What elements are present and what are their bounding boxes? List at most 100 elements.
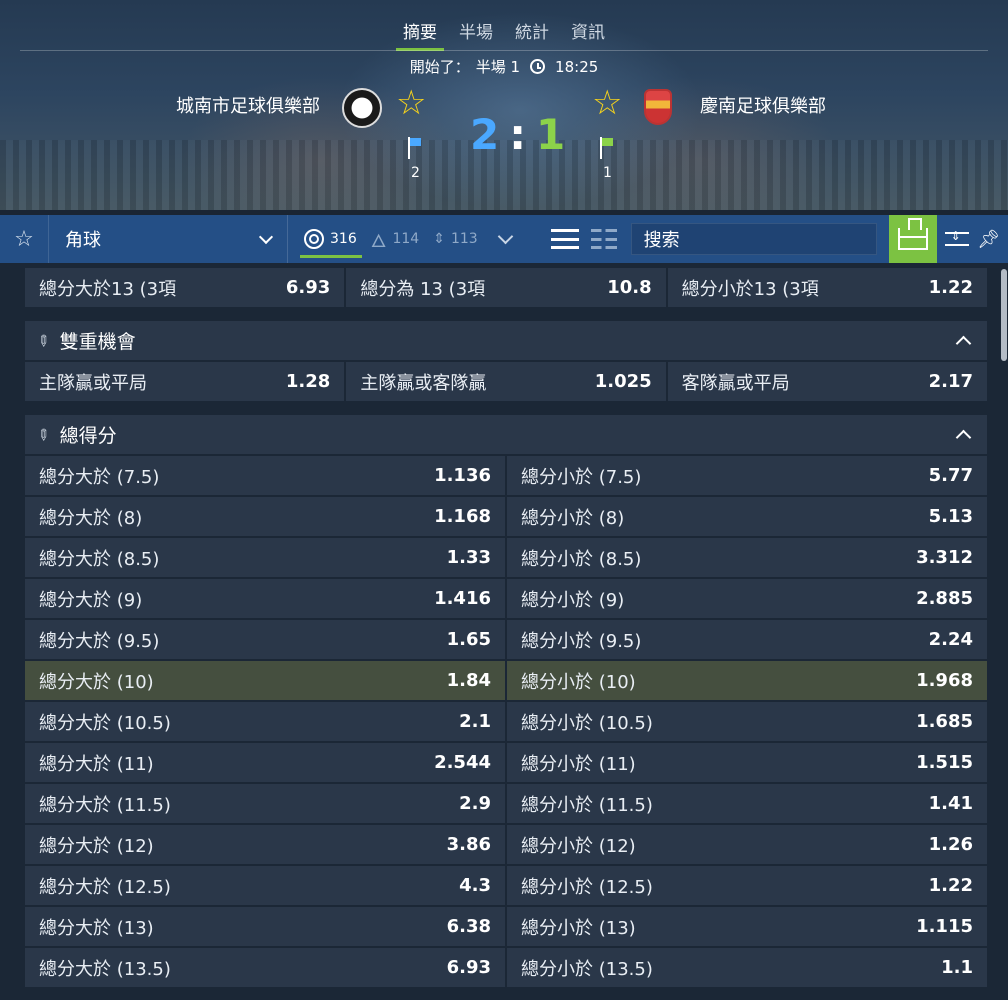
under-odds-cell[interactable]: 總分小於 (9) 2.885 xyxy=(507,579,987,618)
list-view-icon[interactable] xyxy=(550,229,579,249)
grid-view-icon[interactable] xyxy=(590,229,617,249)
chevron-down-icon[interactable] xyxy=(497,228,513,244)
over-odds-cell[interactable]: 總分大於 (12.5) 4.3 xyxy=(25,866,505,905)
tab-halftime[interactable]: 半場 xyxy=(448,14,504,51)
tab-info[interactable]: 資訊 xyxy=(560,14,616,51)
filter-all[interactable]: 316 xyxy=(300,215,361,263)
field-view-button[interactable] xyxy=(888,215,937,263)
market-select[interactable]: 角球 xyxy=(48,215,288,263)
search-input[interactable]: 搜索 xyxy=(630,223,877,255)
selection-label: 總分小於 (10.5) xyxy=(521,712,653,734)
under-odds-cell[interactable]: 總分小於 (11) 1.515 xyxy=(507,743,987,782)
match-header: 摘要 半場 統計 資訊 開始了： 半場 1 18:25 城南市足球俱樂部 ☆ 2… xyxy=(0,0,1008,210)
star-icon[interactable]: ☆ xyxy=(396,86,426,120)
filter-moving[interactable]: ⇕ 113 xyxy=(429,215,481,263)
odds-value: 1.515 xyxy=(916,752,973,773)
odds-cell[interactable]: 主隊贏或平局 1.28 xyxy=(25,362,345,401)
status-time: 18:25 xyxy=(555,57,599,76)
under-odds-cell[interactable]: 總分小於 (12.5) 1.22 xyxy=(507,866,987,905)
over-odds-cell[interactable]: 總分大於 (8) 1.168 xyxy=(25,497,505,536)
under-odds-cell[interactable]: 總分小於 (13.5) 1.1 xyxy=(507,948,987,987)
selection-label: 總分小於 (10) xyxy=(521,671,636,693)
odds-value: 6.93 xyxy=(285,277,331,298)
filter-hot[interactable]: 🜂 114 xyxy=(367,215,423,263)
chevron-down-icon xyxy=(258,229,274,244)
odds-cell[interactable]: 總分小於13 (3項 1.22 xyxy=(667,268,987,307)
selection-label: 總分小於 (9) xyxy=(521,589,625,611)
away-score: 1 xyxy=(536,110,566,159)
home-team-name: 城南市足球俱樂部 xyxy=(176,96,320,117)
over-odds-cell[interactable]: 總分大於 (12) 3.86 xyxy=(25,825,505,864)
pin-icon: 📌︎ xyxy=(977,228,1001,250)
collapse-all-button[interactable] xyxy=(937,215,977,263)
under-odds-cell[interactable]: 總分小於 (7.5) 5.77 xyxy=(507,456,987,495)
odds-value: 2.885 xyxy=(916,588,973,609)
over-odds-cell[interactable]: 總分大於 (13) 6.38 xyxy=(25,907,505,946)
search-label: 搜索 xyxy=(643,230,680,251)
over-odds-cell[interactable]: 總分大於 (9.5) 1.65 xyxy=(25,620,505,659)
match-tabs: 摘要 半場 統計 資訊 xyxy=(0,14,1008,51)
under-odds-cell[interactable]: 總分小於 (13) 1.115 xyxy=(507,907,987,946)
odds-cell[interactable]: 總分大於13 (3項 6.93 xyxy=(25,268,345,307)
under-odds-cell[interactable]: 總分小於 (8) 5.13 xyxy=(507,497,987,536)
selection-label: 總分大於 (10.5) xyxy=(39,712,171,734)
section-header-double-chance[interactable]: ✎ 雙重機會 xyxy=(25,321,987,360)
pin-icon[interactable]: ✎ xyxy=(32,424,54,446)
over-odds-cell[interactable]: 總分大於 (10.5) 2.1 xyxy=(25,702,505,741)
over-odds-cell[interactable]: 總分大於 (10) 1.84 xyxy=(25,661,505,700)
filter-all-count: 316 xyxy=(330,231,357,247)
under-odds-cell[interactable]: 總分小於 (9.5) 2.24 xyxy=(507,620,987,659)
favorite-star-icon[interactable]: ☆ xyxy=(0,215,48,263)
under-odds-cell[interactable]: 總分小於 (10) 1.968 xyxy=(507,661,987,700)
target-icon xyxy=(304,229,324,249)
scrollbar-thumb[interactable] xyxy=(1001,269,1007,361)
over-odds-cell[interactable]: 總分大於 (13.5) 6.93 xyxy=(25,948,505,987)
odds-value: 2.17 xyxy=(928,371,973,392)
fire-icon: 🜂 xyxy=(370,230,387,252)
scrollbar[interactable] xyxy=(1000,263,1008,1000)
selection-label: 總分大於13 (3項 xyxy=(39,278,177,300)
odds-value: 1.1 xyxy=(941,957,973,978)
over-odds-cell[interactable]: 總分大於 (8.5) 1.33 xyxy=(25,538,505,577)
odds-value: 1.28 xyxy=(285,371,331,392)
over-odds-cell[interactable]: 總分大於 (11) 2.544 xyxy=(25,743,505,782)
selection-label: 總分大於 (8) xyxy=(39,507,143,529)
selection-label: 總分小於 (12.5) xyxy=(521,876,653,898)
over-odds-cell[interactable]: 總分大於 (7.5) 1.136 xyxy=(25,456,505,495)
odds-value: 6.93 xyxy=(446,957,491,978)
corner-flag-icon xyxy=(600,137,614,159)
selection-label: 總分大於 (9.5) xyxy=(39,630,160,652)
over-odds-cell[interactable]: 總分大於 (11.5) 2.9 xyxy=(25,784,505,823)
top-market-row: 總分大於13 (3項 6.93 總分為 13 (3項 10.8 總分小於13 (3項… xyxy=(25,268,987,307)
chevron-up-icon[interactable] xyxy=(955,429,972,446)
under-odds-cell[interactable]: 總分小於 (8.5) 3.312 xyxy=(507,538,987,577)
market-select-value: 角球 xyxy=(65,230,101,251)
odds-value: 2.24 xyxy=(928,629,973,650)
pin-button[interactable]: 📌︎ xyxy=(977,215,1001,263)
selection-label: 總分小於 (9.5) xyxy=(521,630,642,652)
selection-label: 總分小於 (12) xyxy=(521,835,636,857)
odds-cell[interactable]: 總分為 13 (3項 10.8 xyxy=(346,268,666,307)
filter-hot-count: 114 xyxy=(392,231,420,247)
tab-summary[interactable]: 摘要 xyxy=(392,14,448,51)
odds-value: 1.968 xyxy=(916,670,973,691)
tab-stats[interactable]: 統計 xyxy=(504,14,560,51)
section-header-total[interactable]: ✎ 總得分 xyxy=(25,415,987,454)
over-odds-cell[interactable]: 總分大於 (9) 1.416 xyxy=(25,579,505,618)
odds-cell[interactable]: 客隊贏或平局 2.17 xyxy=(667,362,987,401)
under-odds-cell[interactable]: 總分小於 (11.5) 1.41 xyxy=(507,784,987,823)
odds-value: 1.025 xyxy=(594,371,652,392)
home-score: 2 xyxy=(470,110,500,159)
odds-value: 1.65 xyxy=(446,629,491,650)
under-odds-cell[interactable]: 總分小於 (10.5) 1.685 xyxy=(507,702,987,741)
selection-label: 總分小於 (8) xyxy=(521,507,625,529)
score-separator: : xyxy=(509,110,527,159)
odds-cell[interactable]: 主隊贏或客隊贏 1.025 xyxy=(346,362,666,401)
star-icon[interactable]: ☆ xyxy=(592,86,622,120)
selection-label: 總分大於 (10) xyxy=(39,671,154,693)
pin-icon[interactable]: ✎ xyxy=(32,330,54,352)
odds-value: 10.8 xyxy=(607,277,652,298)
under-odds-cell[interactable]: 總分小於 (12) 1.26 xyxy=(507,825,987,864)
status-label: 開始了： xyxy=(409,58,470,76)
chevron-up-icon[interactable] xyxy=(955,335,972,352)
